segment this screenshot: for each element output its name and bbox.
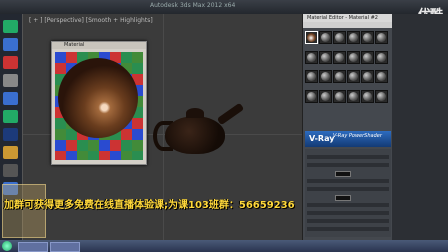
sample-slot[interactable]: [347, 31, 360, 44]
title-bar: Autodesk 3ds Max 2012 x64 优酷: [0, 0, 448, 23]
screen: Autodesk 3ds Max 2012 x64 优酷 [ + ] [Pers…: [0, 0, 448, 252]
vray-shader-name: V-Ray PowerShader: [333, 133, 382, 139]
param-row[interactable]: [307, 155, 389, 159]
sample-slot[interactable]: [333, 31, 346, 44]
material-editor: Material Editor - Material #2 V-Ray V-Ra…: [302, 14, 393, 240]
sample-slot[interactable]: [305, 89, 318, 103]
command-panel: [392, 14, 448, 240]
sample-slot[interactable]: [333, 50, 346, 64]
sample-sphere: [307, 91, 316, 101]
course-logo: [2, 184, 46, 238]
sample-sphere: [363, 91, 372, 101]
sample-slot[interactable]: [333, 70, 346, 83]
sample-slot[interactable]: [347, 89, 360, 103]
param-row[interactable]: [307, 203, 389, 207]
vray-banner: V-Ray V-Ray PowerShader: [305, 131, 391, 147]
sample-sphere: [377, 91, 386, 101]
sample-sphere: [377, 72, 386, 81]
sample-slot[interactable]: [361, 31, 374, 44]
material-editor-menu[interactable]: [303, 22, 393, 28]
sample-sphere: [335, 91, 344, 101]
color-swatch[interactable]: [335, 195, 351, 201]
desktop-icon[interactable]: [3, 20, 18, 33]
sample-sphere: [363, 72, 372, 81]
sample-slot[interactable]: [305, 31, 318, 44]
param-row[interactable]: [307, 187, 389, 191]
sample-sphere: [321, 52, 330, 62]
sample-slot[interactable]: [319, 70, 332, 83]
promo-banner: 加群可获得更多免费在线直播体验课;为课103班群：56659236: [4, 200, 295, 211]
teapot-lid: [186, 108, 204, 118]
desktop-icon[interactable]: [3, 74, 18, 87]
sample-slot[interactable]: [375, 70, 388, 83]
param-row[interactable]: [307, 227, 389, 231]
desktop-icon[interactable]: [3, 92, 18, 105]
taskbar: [0, 240, 448, 252]
material-preview-window[interactable]: Material: [51, 41, 147, 165]
sample-sphere: [335, 72, 344, 81]
param-row[interactable]: [307, 211, 389, 215]
sample-sphere: [377, 33, 386, 42]
param-row[interactable]: [307, 179, 389, 183]
desktop-icon[interactable]: [3, 164, 18, 177]
sample-sphere: [307, 72, 316, 81]
window-title: Autodesk 3ds Max 2012 x64: [150, 2, 236, 9]
sample-slot[interactable]: [319, 50, 332, 64]
desktop-icon[interactable]: [3, 110, 18, 123]
taskbar-app[interactable]: [50, 242, 80, 252]
sample-sphere: [349, 33, 358, 42]
param-row[interactable]: [307, 163, 389, 167]
sample-slot[interactable]: [375, 31, 388, 44]
desktop-icon[interactable]: [3, 146, 18, 159]
sample-slot[interactable]: [333, 89, 346, 103]
taskbar-app[interactable]: [18, 242, 48, 252]
start-button[interactable]: [2, 241, 12, 251]
vray-logo: V-Ray: [309, 134, 335, 143]
photoshop-icon[interactable]: [3, 128, 18, 141]
viewport-label[interactable]: [ + ] [Perspective] [Smooth + Highlights…: [29, 17, 153, 24]
sample-sphere: [321, 91, 330, 101]
sample-slot[interactable]: [305, 50, 318, 64]
color-swatch[interactable]: [335, 171, 351, 177]
sample-sphere: [363, 52, 372, 62]
sample-sphere: [335, 52, 344, 62]
sample-slots: [305, 31, 391, 108]
preview-title: Material: [52, 42, 146, 49]
sample-slot[interactable]: [361, 89, 374, 103]
sample-slot[interactable]: [319, 31, 332, 44]
sample-sphere: [349, 52, 358, 62]
sample-sphere: [307, 33, 316, 42]
sample-sphere: [363, 33, 372, 42]
sample-sphere: [335, 33, 344, 42]
sample-slot[interactable]: [347, 50, 360, 64]
sample-sphere: [307, 52, 316, 62]
sample-slot[interactable]: [347, 70, 360, 83]
desktop-icon[interactable]: [3, 56, 18, 69]
param-row[interactable]: [307, 219, 389, 223]
sample-slot[interactable]: [375, 50, 388, 64]
sample-sphere: [321, 72, 330, 81]
material-sphere: [58, 58, 138, 138]
material-editor-title: Material Editor - Material #2: [303, 14, 393, 22]
sample-slot[interactable]: [361, 70, 374, 83]
desktop-icon[interactable]: [3, 38, 18, 51]
sample-slot[interactable]: [361, 50, 374, 64]
sample-sphere: [349, 91, 358, 101]
sample-sphere: [377, 52, 386, 62]
sample-sphere: [349, 72, 358, 81]
sample-slot[interactable]: [305, 70, 318, 83]
sample-sphere: [321, 33, 330, 42]
material-parameters: [305, 149, 391, 237]
sample-slot[interactable]: [319, 89, 332, 103]
sample-slot[interactable]: [375, 89, 388, 103]
teapot[interactable]: [165, 116, 225, 154]
